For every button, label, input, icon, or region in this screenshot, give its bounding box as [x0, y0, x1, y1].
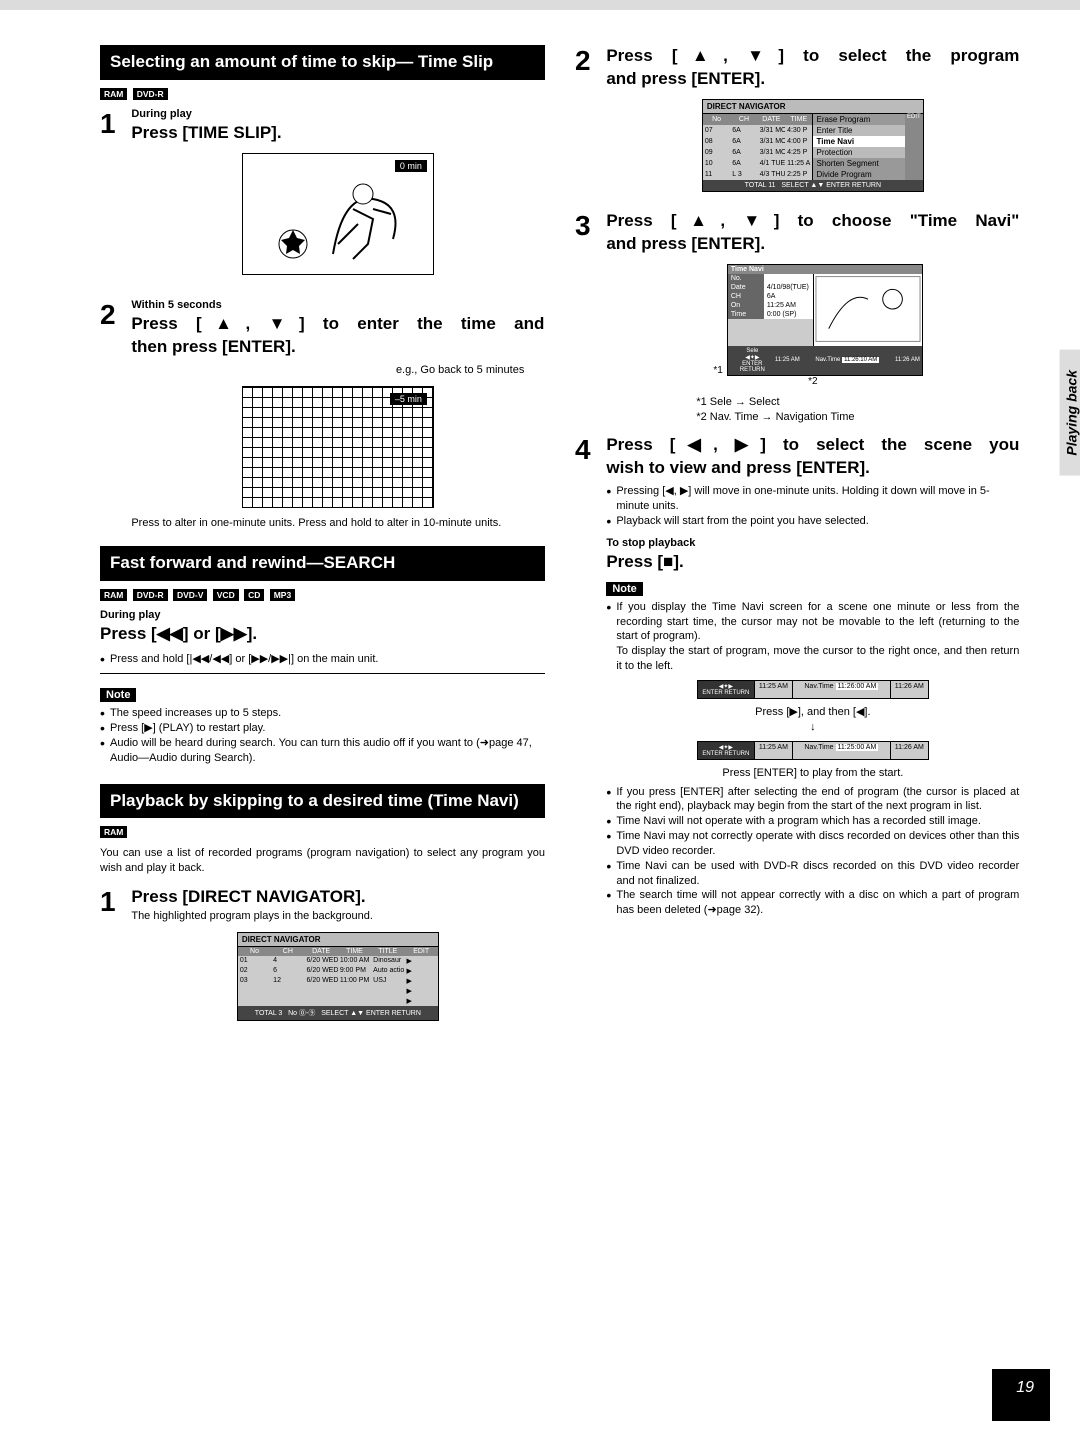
section-header-timeslip: Selecting an amount of time to skip— Tim… — [100, 45, 545, 80]
right-column: 2 Press [▲, ▼] to select the program and… — [575, 45, 1020, 1029]
note-item: The speed increases up to 5 steps. — [100, 706, 545, 721]
overlay-badge: –5 min — [390, 393, 427, 405]
note-item: Time Navi will not operate with a progra… — [606, 814, 1019, 829]
hint-text: Press [ENTER] to play from the start. — [606, 766, 1019, 781]
hint-text: Press [▶], and then [◀]. — [606, 705, 1019, 720]
badge: VCD — [213, 589, 239, 601]
badge: DVD-R — [133, 589, 168, 601]
bullet-text: Pressing [◀, ▶] will move in one-minute … — [606, 484, 1019, 514]
navbar-figure-2: ◀✦▶ENTER RETURN 11:25 AM Nav.Time 11:25:… — [697, 741, 929, 760]
screenshot-direct-navigator: DIRECT NAVIGATOR No CH DATE TIME TITLE E… — [237, 932, 439, 1021]
screenshot-direct-navigator-menu: DIRECT NAVIGATOR NoCHDATETIME 076A3/31 M… — [702, 99, 924, 192]
explain-text: The highlighted program plays in the bac… — [131, 909, 544, 924]
step-instruction: Press [◀, ▶] to select the scene you wis… — [606, 434, 1019, 480]
note-item: Press [▶] (PLAY) to restart play. — [100, 721, 545, 736]
annotation: *1 Sele → Select — [696, 395, 1019, 410]
step-number: 1 — [100, 886, 128, 918]
screenshot-title: DIRECT NAVIGATOR — [703, 100, 923, 114]
note-item: The search time will not appear correctl… — [606, 888, 1019, 918]
illustration-net: –5 min — [242, 386, 434, 508]
badges-timenavi: RAM — [100, 824, 545, 838]
badge: RAM — [100, 826, 127, 838]
step-instruction: Press [▲, ▼] to enter the time and then … — [131, 313, 544, 359]
note-item-cont: To display the start of program, move th… — [606, 644, 1019, 674]
illustration-soccer: 0 min — [242, 153, 434, 275]
page-number: 19 — [992, 1369, 1050, 1421]
step-number: 2 — [575, 45, 603, 77]
step-instruction: Press [DIRECT NAVIGATOR]. — [131, 886, 544, 909]
badges-search: RAM DVD-R DVD-V VCD CD MP3 — [100, 587, 545, 601]
step-condition: During play — [100, 609, 545, 621]
top-gray-bar — [0, 0, 1080, 10]
screenshot-time-navi: *1 Time Navi No. Date4/10/98(TUE) CH6A O… — [703, 264, 923, 387]
badge: RAM — [100, 88, 127, 100]
section-header-timenavi: Playback by skipping to a desired time (… — [100, 784, 545, 819]
note-item: Audio will be heard during search. You c… — [100, 736, 545, 766]
explain-text: Press to alter in one-minute units. Pres… — [131, 516, 544, 531]
note-item: If you display the Time Navi screen for … — [606, 600, 1019, 645]
note-label: Note — [606, 582, 642, 596]
step-number: 4 — [575, 434, 603, 466]
step-condition: During play — [131, 108, 544, 120]
note-item: Time Navi can be used with DVD-R discs r… — [606, 859, 1019, 889]
step-condition: Within 5 seconds — [131, 299, 544, 311]
step-instruction: Press [TIME SLIP]. — [131, 122, 544, 145]
step-number: 1 — [100, 108, 128, 140]
badge: MP3 — [270, 589, 295, 601]
example-text: e.g., Go back to 5 minutes — [131, 363, 524, 378]
note-item: Time Navi may not correctly operate with… — [606, 829, 1019, 859]
sub-instruction: Press and hold [|◀◀/◀◀] or [▶▶/▶▶|] on t… — [100, 652, 545, 667]
badge: DVD-R — [133, 88, 168, 100]
badge: DVD-V — [173, 589, 207, 601]
note-item: If you press [ENTER] after selecting the… — [606, 785, 1019, 815]
left-column: Selecting an amount of time to skip— Tim… — [100, 45, 545, 1029]
badge: CD — [244, 589, 264, 601]
annotation: *2 Nav. Time → Navigation Time — [696, 410, 1019, 425]
step-instruction: Press [◀◀] or [▶▶]. — [100, 623, 545, 646]
navbar-figure-1: ◀✦▶ENTER RETURN 11:25 AM Nav.Time 11:26:… — [697, 680, 929, 699]
step-number: 2 — [100, 299, 128, 331]
side-tab: Playing back — [1060, 350, 1080, 476]
arrow-down-icon: ↓ — [606, 720, 1019, 735]
badge: RAM — [100, 589, 127, 601]
sub-heading: To stop playback — [606, 537, 1019, 549]
step-instruction: Press [▲, ▼] to select the program and p… — [606, 45, 1019, 91]
manual-page: Playing back Selecting an amount of time… — [0, 0, 1080, 1441]
overlay-badge: 0 min — [395, 160, 427, 172]
intro-text: You can use a list of recorded programs … — [100, 846, 545, 876]
step-number: 3 — [575, 210, 603, 242]
bullet-text: Playback will start from the point you h… — [606, 514, 1019, 529]
note-label: Note — [100, 688, 136, 702]
badges-timeslip: RAM DVD-R — [100, 86, 545, 100]
screenshot-title: DIRECT NAVIGATOR — [238, 933, 438, 947]
step-instruction: Press [▲, ▼] to choose "Time Navi" and p… — [606, 210, 1019, 256]
step-instruction: Press [■]. — [606, 551, 1019, 574]
section-header-search: Fast forward and rewind—SEARCH — [100, 546, 545, 581]
